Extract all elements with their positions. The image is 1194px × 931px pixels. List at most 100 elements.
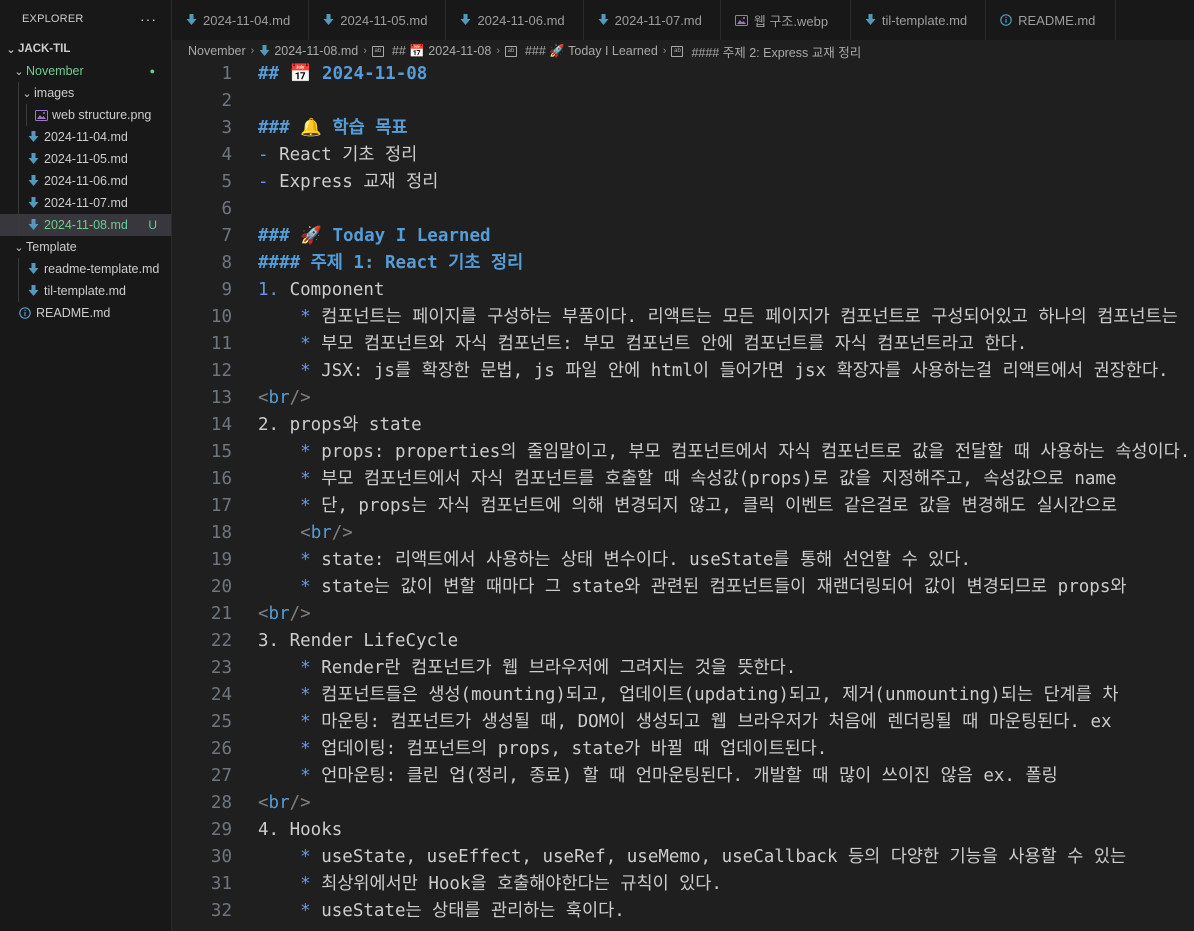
code-line[interactable]: 28 <br/> [172, 790, 1194, 817]
code-line[interactable]: 17 * 단, props는 자식 컴포넌트에 의해 변경되지 않고, 클릭 이… [172, 493, 1194, 520]
code-token: 컴포넌트들은 생성(mounting)되고, 업데이트(updating)되고,… [321, 685, 1119, 705]
code-line[interactable]: 14 2. props와 state [172, 412, 1194, 439]
code-line[interactable]: 25 * 마운팅: 컴포넌트가 생성될 때, DOM이 생성되고 웹 브라우저가… [172, 709, 1194, 736]
tree-file[interactable]: til-template.md [0, 280, 171, 302]
editor-tab[interactable]: 웹 구조.webp [721, 0, 851, 40]
code-line[interactable]: 8 #### 주제 1: React 기초 정리 [172, 250, 1194, 277]
code-line[interactable]: 5 - Express 교재 정리 [172, 169, 1194, 196]
image-icon [34, 109, 48, 121]
code-token: 1. [258, 280, 290, 300]
tree-file[interactable]: 2024-11-06.md [0, 170, 171, 192]
line-content: * state: 리액트에서 사용하는 상태 변수이다. useState를 통… [258, 547, 971, 574]
breadcrumb-label: November [188, 44, 246, 58]
markdown-icon [186, 14, 197, 26]
code-line[interactable]: 4 - React 기초 정리 [172, 142, 1194, 169]
code-line[interactable]: 22 3. Render LifeCycle [172, 628, 1194, 655]
line-content: * JSX: js를 확장한 문법, js 파일 안에 html이 들어가면 j… [258, 358, 1168, 385]
line-number: 28 [210, 793, 232, 813]
code-line[interactable]: 26 * 업데이팅: 컴포넌트의 props, state가 바뀔 때 업데이트… [172, 736, 1194, 763]
breadcrumb-item[interactable]: 2024-11-08.md [259, 44, 358, 58]
workspace-root[interactable]: ⌄ JACK-TIL [0, 38, 171, 60]
editor-tab[interactable]: til-template.md [851, 0, 987, 40]
line-content: <br/> [258, 790, 311, 817]
line-number: 15 [210, 442, 232, 462]
tree-file[interactable]: readme-template.md [0, 258, 171, 280]
line-number: 10 [210, 307, 232, 327]
code-line[interactable]: 11 * 부모 컴포넌트와 자식 컴포넌트: 부모 컴포넌트 안에 컴포넌트를 … [172, 331, 1194, 358]
chevron-right-icon: › [363, 45, 367, 57]
code-line[interactable]: 3 ### 🔔 학습 목표 [172, 115, 1194, 142]
code-line[interactable]: 27 * 언마운팅: 클린 업(정리, 종료) 할 때 언마운팅된다. 개발할 … [172, 763, 1194, 790]
code-line[interactable]: 16 * 부모 컴포넌트에서 자식 컴포넌트를 호출할 때 속성값(props)… [172, 466, 1194, 493]
code-line[interactable]: 21 <br/> [172, 601, 1194, 628]
tree-file[interactable]: 2024-11-04.md [0, 126, 171, 148]
line-number: 19 [210, 550, 232, 570]
code-line[interactable]: 31 * 최상위에서만 Hook을 호출해야한다는 규칙이 있다. [172, 871, 1194, 898]
markdown-icon [26, 263, 40, 275]
tree-file[interactable]: web structure.png [0, 104, 171, 126]
code-line[interactable]: 15 * props: properties의 줄임말이고, 부모 컴포넌트에서… [172, 439, 1194, 466]
code-line[interactable]: 23 * Render란 컴포넌트가 웹 브라우저에 그려지는 것을 뜻한다. [172, 655, 1194, 682]
code-line[interactable]: 29 4. Hooks [172, 817, 1194, 844]
editor-tab[interactable]: README.md [986, 0, 1117, 40]
tree-file[interactable]: README.md [0, 302, 171, 324]
code-token: 3. [258, 631, 290, 651]
editor-tab[interactable]: 2024-11-04.md [172, 0, 310, 40]
code-line[interactable]: 12 * JSX: js를 확장한 문법, js 파일 안에 html이 들어가… [172, 358, 1194, 385]
tab-label: 2024-11-04.md [203, 12, 291, 28]
code-line[interactable]: 7 ### 🚀 Today I Learned [172, 223, 1194, 250]
code-line[interactable]: 19 * state: 리액트에서 사용하는 상태 변수이다. useState… [172, 547, 1194, 574]
code-line[interactable]: 10 * 컴포넌트는 페이지를 구성하는 부품이다. 리액트는 모든 페이지가 … [172, 304, 1194, 331]
tree-item-label: README.md [36, 306, 111, 320]
breadcrumb-item[interactable]: ab ## 📅 2024-11-08 [371, 44, 491, 59]
code-token: ### [258, 118, 301, 138]
tree-folder[interactable]: ⌄ images [0, 82, 171, 104]
breadcrumb-item[interactable]: November [188, 44, 246, 58]
line-content: ### 🔔 학습 목표 [258, 115, 407, 142]
editor-tab[interactable]: 2024-11-06.md [446, 0, 584, 40]
line-content: ### 🚀 Today I Learned [258, 223, 491, 250]
breadcrumb: November › 2024-11-08.md › ab ## 📅 2024-11-08… [172, 40, 1194, 62]
markdown-icon [323, 14, 334, 26]
code-line[interactable]: 32 * useState는 상태를 관리하는 훅이다. [172, 898, 1194, 925]
code-line[interactable]: 30 * useState, useEffect, useRef, useMem… [172, 844, 1194, 871]
tree-file[interactable]: 2024-11-07.md [0, 192, 171, 214]
tab-label: README.md [1018, 12, 1096, 28]
line-number: 11 [210, 334, 232, 354]
line-content: <br/> [258, 385, 311, 412]
line-number: 1 [221, 64, 232, 84]
more-actions-icon[interactable]: ··· [140, 11, 157, 27]
editor-tab[interactable]: 2024-11-05.md [309, 0, 447, 40]
tree-folder[interactable]: ⌄ November ● [0, 60, 171, 82]
tree-file[interactable]: 2024-11-05.md [0, 148, 171, 170]
code-token: state: 리액트에서 사용하는 상태 변수이다. useState를 통해 … [321, 550, 972, 570]
code-line[interactable]: 2 [172, 88, 1194, 115]
code-editor[interactable]: 1 ## 📅 2024-11-08 2 3 ### 🔔 학습 목표 4- React 기초… [172, 61, 1194, 931]
tree-file[interactable]: 2024-11-08.md U [0, 214, 171, 236]
breadcrumb-item[interactable]: ab ### 🚀 Today I Learned [504, 44, 658, 59]
workspace-root-label: JACK-TIL [18, 43, 71, 55]
code-token: * [258, 442, 322, 462]
code-token: * [258, 334, 322, 354]
code-line[interactable]: 18 <br/> [172, 520, 1194, 547]
markdown-icon [26, 285, 40, 297]
line-number: 30 [210, 847, 232, 867]
code-token: 2. [258, 415, 290, 435]
line-content: * state는 값이 변할 때마다 그 state와 관련된 컴포넌트들이 재… [258, 574, 1126, 601]
markdown-icon [26, 175, 40, 187]
code-line[interactable]: 20 * state는 값이 변할 때마다 그 state와 관련된 컴포넌트들… [172, 574, 1194, 601]
tab-label: 웹 구조.webp [753, 13, 829, 29]
code-line[interactable]: 9 1. Component [172, 277, 1194, 304]
code-token: * [258, 847, 322, 867]
line-content: * 마운팅: 컴포넌트가 생성될 때, DOM이 생성되고 웹 브라우저가 처음… [258, 709, 1111, 736]
code-token: br [310, 523, 332, 543]
code-line[interactable]: 13 <br/> [172, 385, 1194, 412]
code-line[interactable]: 1 ## 📅 2024-11-08 [172, 61, 1194, 88]
breadcrumb-item[interactable]: ab #### 주제 2: Express 교재 정리 [671, 42, 861, 61]
code-line[interactable]: 24 * 컴포넌트들은 생성(mounting)되고, 업데이트(updatin… [172, 682, 1194, 709]
tree-folder[interactable]: ⌄ Template [0, 236, 171, 258]
line-content: - React 기초 정리 [258, 142, 417, 169]
editor-tab[interactable]: 2024-11-07.md [584, 0, 721, 40]
code-line[interactable]: 6 [172, 196, 1194, 223]
code-token: /> [289, 604, 311, 624]
